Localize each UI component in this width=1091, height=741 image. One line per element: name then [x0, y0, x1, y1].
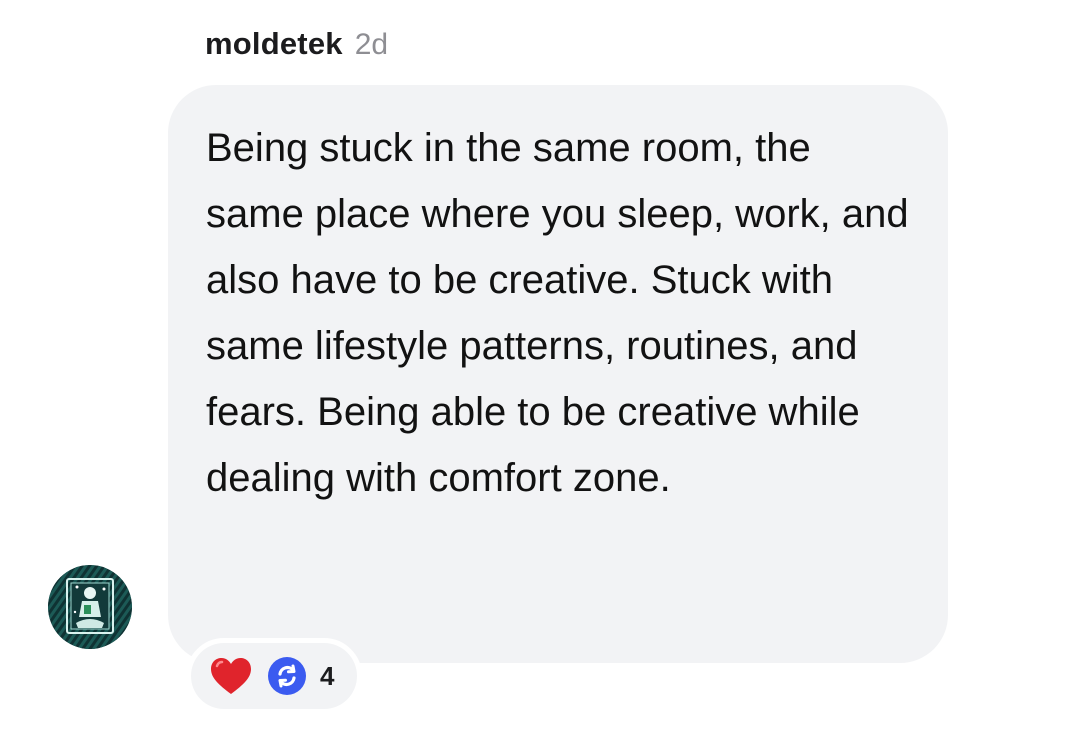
comment-bubble[interactable]: Being stuck in the same room, the same p…: [168, 85, 948, 663]
red-heart-icon: [211, 658, 251, 694]
comment-thread: moldetek 2d Being stuck in the same room…: [0, 0, 1091, 741]
username[interactable]: moldetek: [205, 26, 343, 62]
timestamp: 2d: [354, 28, 389, 61]
user-avatar-illustration-icon: [48, 565, 132, 649]
repost-icon: [268, 657, 306, 695]
reaction-count: 4: [320, 660, 335, 691]
comment-header: moldetek 2d: [205, 26, 388, 62]
comment-text: Being stuck in the same room, the same p…: [206, 126, 909, 500]
reactions-bar[interactable]: 4: [186, 638, 362, 714]
reactions-pill[interactable]: 4: [191, 643, 357, 709]
avatar[interactable]: [48, 565, 132, 649]
